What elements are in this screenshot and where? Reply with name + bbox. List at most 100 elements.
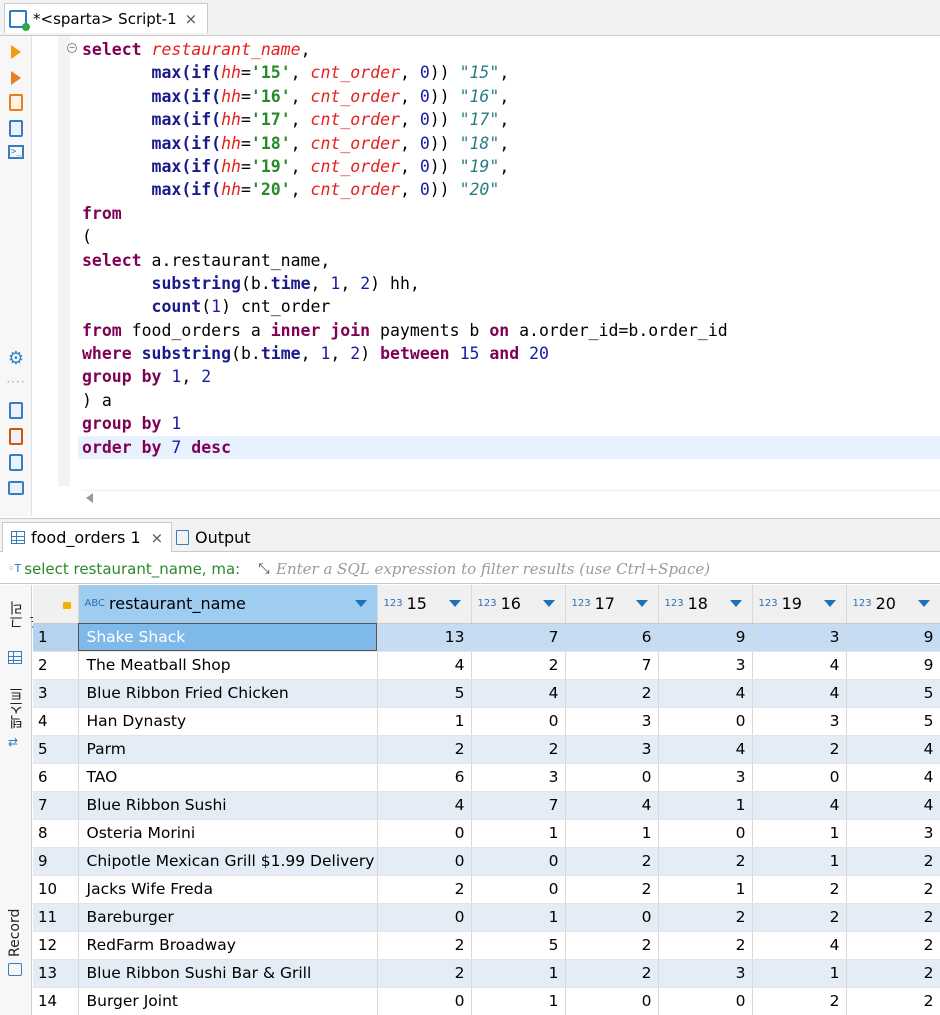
sort-dropdown-icon[interactable] [917, 600, 930, 607]
row-number[interactable]: 11 [33, 903, 79, 932]
restaurant-name-cell[interactable]: Shake Shack [78, 623, 378, 652]
sort-dropdown-icon[interactable] [448, 600, 461, 607]
order-count-cell[interactable]: 3 [658, 763, 753, 792]
record-view-toggle[interactable]: Record [7, 897, 23, 957]
text-view-icon[interactable]: ⇄ [8, 735, 18, 749]
restaurant-name-cell[interactable]: Burger Joint [78, 987, 378, 1015]
order-count-cell[interactable]: 2 [471, 651, 566, 680]
code-line[interactable]: order by 7 desc [78, 435, 940, 460]
tab-food-orders-1[interactable]: food_orders 1 × [2, 522, 173, 552]
execute-script-icon[interactable] [6, 92, 26, 112]
expand-icon[interactable]: ⤡ [252, 561, 276, 577]
order-count-cell[interactable]: 2 [565, 959, 659, 988]
order-count-cell[interactable]: 2 [846, 903, 940, 932]
order-count-cell[interactable]: 4 [377, 791, 472, 820]
code-line[interactable]: where substring(b.time, 1, 2) between 15… [82, 342, 940, 365]
order-count-cell[interactable]: 4 [377, 651, 472, 680]
order-count-cell[interactable]: 6 [377, 763, 472, 792]
order-count-cell[interactable]: 3 [658, 959, 753, 988]
variables-icon[interactable] [6, 452, 26, 472]
order-count-cell[interactable]: 2 [846, 987, 940, 1015]
row-number[interactable]: 7 [33, 791, 79, 820]
table-row[interactable]: 1 Shake Shack 13 7 6 9 3 9 [33, 623, 940, 652]
restaurant-name-cell[interactable]: Bareburger [78, 903, 378, 932]
row-number[interactable]: 9 [33, 847, 79, 876]
order-count-cell[interactable]: 4 [846, 791, 940, 820]
row-number[interactable]: 3 [33, 679, 79, 708]
table-row[interactable]: 2 The Meatball Shop 4 2 7 3 4 9 [33, 651, 940, 680]
order-count-cell[interactable]: 4 [658, 679, 753, 708]
order-count-cell[interactable]: 2 [752, 735, 847, 764]
order-count-cell[interactable]: 1 [752, 819, 847, 848]
order-count-cell[interactable]: 1 [471, 819, 566, 848]
filter-input[interactable] [276, 559, 940, 578]
order-count-cell[interactable]: 3 [846, 819, 940, 848]
order-count-cell[interactable]: 3 [471, 763, 566, 792]
table-row[interactable]: 13 Blue Ribbon Sushi Bar & Grill 2 1 2 3 1 2 [33, 959, 940, 988]
fold-icon[interactable]: − [67, 43, 77, 53]
code-line[interactable]: ) a [82, 389, 940, 412]
order-count-cell[interactable]: 4 [471, 679, 566, 708]
order-count-cell[interactable]: 1 [471, 987, 566, 1015]
column-header[interactable]: 123 16 [471, 585, 566, 624]
order-count-cell[interactable]: 6 [565, 623, 659, 652]
order-count-cell[interactable]: 7 [565, 651, 659, 680]
record-view-icon[interactable] [8, 963, 22, 976]
order-count-cell[interactable]: 2 [752, 903, 847, 932]
order-count-cell[interactable]: 0 [471, 707, 566, 736]
restaurant-name-cell[interactable]: Blue Ribbon Sushi Bar & Grill [78, 959, 378, 988]
order-count-cell[interactable]: 3 [565, 735, 659, 764]
column-header[interactable]: 123 20 [846, 585, 940, 624]
order-count-cell[interactable]: 3 [752, 707, 847, 736]
code-line[interactable]: select restaurant_name, [82, 38, 940, 61]
order-count-cell[interactable]: 2 [471, 735, 566, 764]
outline-icon[interactable] [6, 478, 26, 498]
table-row[interactable]: 5 Parm 2 2 3 4 2 4 [33, 735, 940, 764]
order-count-cell[interactable]: 7 [471, 791, 566, 820]
row-number-header[interactable] [33, 585, 79, 624]
row-number[interactable]: 14 [33, 987, 79, 1015]
order-count-cell[interactable]: 2 [658, 847, 753, 876]
order-count-cell[interactable]: 3 [565, 707, 659, 736]
gear-icon[interactable]: ⚙ [6, 348, 26, 369]
order-count-cell[interactable]: 2 [658, 931, 753, 960]
order-count-cell[interactable]: 3 [752, 623, 847, 652]
code-line[interactable]: ( [82, 225, 940, 248]
order-count-cell[interactable]: 0 [377, 903, 472, 932]
table-row[interactable]: 12 RedFarm Broadway 2 5 2 2 4 2 [33, 931, 940, 960]
scroll-left-arrow-icon[interactable] [86, 493, 93, 503]
order-count-cell[interactable]: 5 [471, 931, 566, 960]
table-row[interactable]: 7 Blue Ribbon Sushi 4 7 4 1 4 4 [33, 791, 940, 820]
order-count-cell[interactable]: 13 [377, 623, 472, 652]
order-count-cell[interactable]: 0 [471, 875, 566, 904]
text-view-toggle[interactable]: 텍스트 [7, 679, 27, 729]
sort-dropdown-icon[interactable] [354, 600, 367, 607]
tab-output[interactable]: Output [168, 522, 259, 552]
code-line[interactable]: max(if(hh='18', cnt_order, 0)) "18", [82, 132, 940, 155]
order-count-cell[interactable]: 1 [377, 707, 472, 736]
order-count-cell[interactable]: 2 [846, 847, 940, 876]
row-number[interactable]: 2 [33, 651, 79, 680]
order-count-cell[interactable]: 2 [565, 931, 659, 960]
order-count-cell[interactable]: 5 [846, 707, 940, 736]
export-icon[interactable] [6, 426, 26, 446]
order-count-cell[interactable]: 4 [565, 791, 659, 820]
order-count-cell[interactable]: 0 [565, 987, 659, 1015]
execute-in-new-tab-icon[interactable] [6, 68, 26, 88]
table-row[interactable]: 11 Bareburger 0 1 0 2 2 2 [33, 903, 940, 932]
sort-dropdown-icon[interactable] [823, 600, 836, 607]
column-header[interactable]: 123 19 [752, 585, 847, 624]
code-line[interactable]: from food_orders a inner join payments b… [82, 319, 940, 342]
code-line[interactable]: max(if(hh='16', cnt_order, 0)) "16", [82, 85, 940, 108]
sort-dropdown-icon[interactable] [635, 600, 648, 607]
row-number[interactable]: 8 [33, 819, 79, 848]
code-line[interactable]: max(if(hh='15', cnt_order, 0)) "15", [82, 61, 940, 84]
code-line[interactable]: from [82, 202, 940, 225]
restaurant-name-cell[interactable]: TAO [78, 763, 378, 792]
explain-plan-icon[interactable] [6, 118, 26, 138]
sort-dropdown-icon[interactable] [729, 600, 742, 607]
order-count-cell[interactable]: 2 [846, 931, 940, 960]
table-row[interactable]: 10 Jacks Wife Freda 2 0 2 1 2 2 [33, 875, 940, 904]
order-count-cell[interactable]: 1 [658, 791, 753, 820]
order-count-cell[interactable]: 0 [658, 987, 753, 1015]
